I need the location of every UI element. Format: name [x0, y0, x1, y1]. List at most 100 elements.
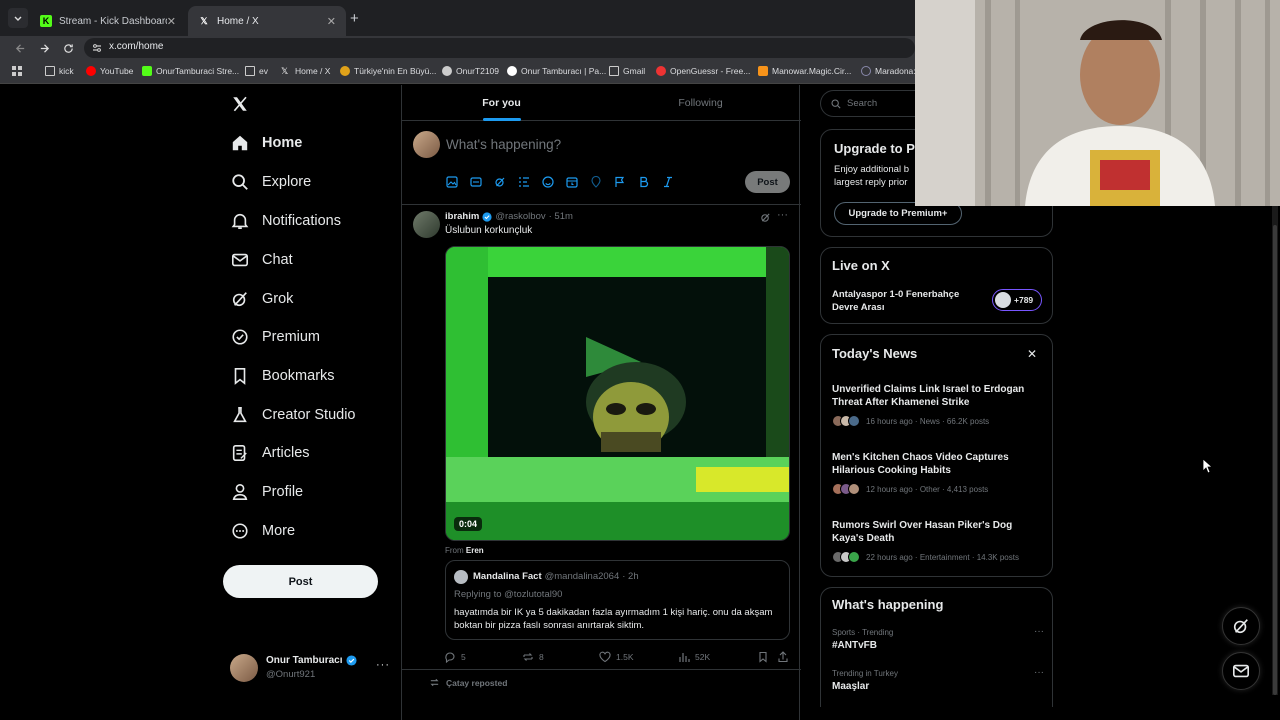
bookmark-ev[interactable]: ev [245, 66, 268, 76]
close-icon[interactable]: ✕ [327, 15, 336, 28]
trend-item[interactable]: Sports · Trending #ANTvFB ··· [832, 626, 1044, 651]
poll-icon[interactable] [518, 176, 530, 188]
reload-button[interactable] [60, 40, 76, 56]
avatar [413, 131, 440, 158]
bookmark-patreon[interactable]: Onur Tamburacı | Pa... [507, 66, 606, 76]
reply-button[interactable]: 5 [444, 651, 466, 663]
sidebar-item-explore[interactable]: Explore [230, 164, 311, 200]
more-dots-icon[interactable]: ··· [1034, 626, 1044, 637]
site-info-icon[interactable] [92, 43, 102, 53]
tab-for-you[interactable]: For you [402, 85, 601, 121]
location-icon[interactable] [590, 176, 602, 188]
feed-tabs: For you Following [402, 85, 801, 121]
tweet-video[interactable]: 0:04 [445, 246, 790, 541]
live-event-line-2[interactable]: Devre Arası [832, 302, 884, 313]
tweet-time[interactable]: · 51m [549, 211, 573, 222]
sidebar-item-articles[interactable]: Articles [230, 435, 310, 471]
sidebar-item-grok[interactable]: Grok [230, 281, 293, 317]
bookmark-home-x[interactable]: 𝕏 Home / X [281, 66, 330, 76]
patreon-icon [507, 66, 517, 76]
flask-icon [230, 405, 250, 425]
bookmark-onur-stream[interactable]: OnurTamburaci Stre... [142, 66, 239, 76]
compose-input[interactable]: What's happening? [446, 137, 561, 152]
repost-button[interactable]: 8 [522, 651, 544, 663]
new-tab-button[interactable]: + [350, 10, 359, 27]
account-switcher[interactable]: Onur Tamburacı @Onurt921 ··· [230, 653, 400, 683]
close-icon[interactable]: ✕ [1027, 347, 1037, 361]
compose-post-button[interactable]: Post [745, 171, 790, 193]
sidebar-item-notifications[interactable]: Notifications [230, 203, 341, 239]
back-button[interactable] [12, 40, 28, 56]
sidebar-item-creator-studio[interactable]: Creator Studio [230, 397, 356, 433]
close-icon[interactable]: ✕ [167, 15, 176, 28]
mail-icon [1232, 664, 1250, 678]
avatar[interactable] [413, 211, 440, 238]
sidebar-item-profile[interactable]: Profile [230, 474, 303, 510]
browser-tab-x[interactable]: 𝕏 Home / X ✕ [188, 6, 346, 36]
live-event-line-1[interactable]: Antalyaspor 1-0 Fenerbahçe [832, 289, 959, 300]
schedule-icon[interactable] [566, 176, 578, 188]
more-dots-icon[interactable]: ··· [1034, 667, 1044, 678]
emoji-icon[interactable] [542, 176, 554, 188]
messages-fab-button[interactable] [1222, 652, 1260, 690]
forward-button[interactable] [36, 40, 52, 56]
image-icon[interactable] [446, 176, 458, 188]
apps-button[interactable] [12, 66, 23, 77]
sidebar-item-chat[interactable]: Chat [230, 242, 293, 278]
bookmark-maradona[interactable]: Maradona: [861, 66, 916, 76]
tab-search-button[interactable] [8, 8, 28, 28]
like-button[interactable]: 1.5K [599, 651, 634, 663]
search-icon [831, 98, 841, 109]
tab-following[interactable]: Following [601, 85, 800, 121]
tweet[interactable]: ibrahim @raskolbov · 51m ··· Üslubun kor… [402, 205, 801, 670]
bold-icon[interactable] [638, 176, 650, 188]
sidebar-item-home[interactable]: Home [230, 125, 302, 161]
url-field[interactable] [84, 38, 915, 58]
grok-icon[interactable] [760, 212, 771, 223]
grok-fab-button[interactable] [1222, 607, 1260, 645]
bookmark-button[interactable] [757, 651, 774, 663]
news-item-title-2: Hilarious Cooking Habits [832, 465, 951, 476]
folder-icon [609, 66, 619, 76]
news-item[interactable]: Unverified Claims Link Israel to Erdogan… [832, 383, 1044, 427]
sidebar-item-premium[interactable]: Premium [230, 319, 320, 355]
from-user[interactable]: Eren [466, 546, 484, 555]
trend-topic: Maaşlar [832, 681, 870, 692]
sidebar-item-bookmarks[interactable]: Bookmarks [230, 358, 335, 394]
news-item[interactable]: Rumors Swirl Over Hasan Piker's Dog Kaya… [832, 519, 1044, 563]
post-button[interactable]: Post [223, 565, 378, 598]
folder-icon [245, 66, 255, 76]
tweet-author-handle[interactable]: @raskolbov [495, 211, 545, 222]
sidebar-item-label: Notifications [262, 213, 341, 229]
more-dots-icon[interactable]: ··· [777, 209, 788, 221]
tweet-author-name[interactable]: ibrahim [445, 211, 479, 222]
scrollbar-thumb[interactable] [1273, 225, 1277, 695]
sidebar-item-more[interactable]: More [230, 513, 295, 549]
bookmark-turkiye[interactable]: Türkiye'nin En Büyü... [340, 66, 436, 76]
bookmark-manowar[interactable]: Manowar.Magic.Cir... [758, 66, 851, 76]
quoted-tweet[interactable]: Mandalina Fact @mandalina2064 · 2h Reply… [445, 560, 790, 640]
sidebar-item-label: Bookmarks [262, 368, 335, 384]
bookmark-kick[interactable]: kick [45, 66, 74, 76]
news-meta: 22 hours ago · Entertainment · 14.3K pos… [866, 552, 1019, 562]
italic-icon[interactable] [662, 176, 674, 188]
more-dots-icon[interactable]: ··· [376, 659, 390, 671]
gif-icon[interactable] [470, 176, 482, 188]
grok-icon[interactable] [494, 176, 506, 188]
bookmark-youtube[interactable]: YouTube [86, 66, 133, 76]
search-input[interactable]: Search [820, 90, 920, 117]
share-button[interactable] [777, 651, 794, 663]
grok-icon [230, 289, 250, 309]
trend-item[interactable]: Trending in Turkey Maaşlar ··· [832, 667, 1044, 692]
flag-icon[interactable] [614, 176, 626, 188]
live-listeners-badge[interactable]: +789 [992, 289, 1042, 311]
video-thumbnail [446, 247, 789, 540]
bookmark-openguessr[interactable]: OpenGuessr - Free... [656, 66, 750, 76]
views-button[interactable]: 52K [678, 651, 710, 663]
x-logo-icon[interactable] [231, 95, 249, 113]
browser-tab-kick[interactable]: K Stream - Kick Dashboard ✕ [30, 6, 186, 36]
quote-text: hayatımda bir IK ya 5 dakikadan fazla ay… [454, 607, 773, 631]
news-item[interactable]: Men's Kitchen Chaos Video Captures Hilar… [832, 451, 1044, 495]
bookmark-steam[interactable]: OnurT2109 [442, 66, 499, 76]
bookmark-gmail[interactable]: Gmail [609, 66, 645, 76]
